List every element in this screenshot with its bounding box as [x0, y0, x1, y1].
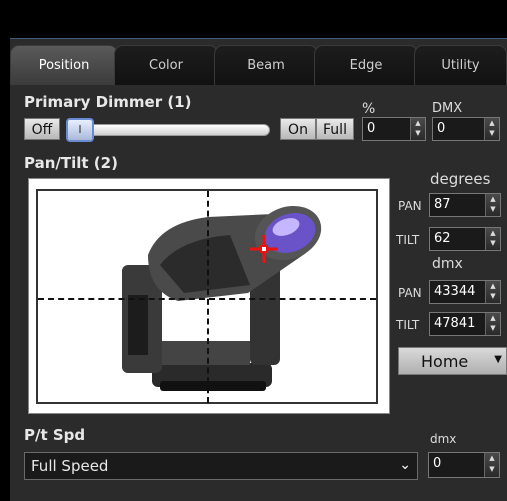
home-dropdown[interactable]: Home ▼: [398, 347, 507, 375]
speed-dmx-stepper[interactable]: 0 ▲ ▼: [428, 452, 500, 478]
dimmer-percent-value: 0: [367, 121, 376, 136]
pan-degrees-stepper[interactable]: 87 ▲ ▼: [429, 193, 501, 217]
tilt-degrees-stepper[interactable]: 62 ▲ ▼: [429, 227, 501, 251]
pan-degrees-value: 87: [434, 197, 451, 212]
dimmer-percent-arrows[interactable]: ▲ ▼: [410, 118, 425, 140]
tab-position[interactable]: Position: [10, 45, 118, 85]
tab-beam[interactable]: Beam: [214, 45, 318, 85]
pan-tilt-cursor-icon[interactable]: [248, 233, 280, 265]
fixture-control-window: Position Color Beam Edge Utility Primary…: [0, 0, 507, 501]
off-button[interactable]: Off: [24, 118, 60, 140]
moving-head-fixture-image: [122, 205, 322, 391]
dimmer-slider-handle[interactable]: I: [66, 118, 94, 142]
dmx-header: DMX: [432, 101, 463, 116]
tilt-dmx-stepper[interactable]: 47841 ▲ ▼: [429, 312, 501, 336]
tilt-degrees-label: TILT: [396, 233, 420, 247]
title-bar: [0, 0, 507, 38]
tilt-dmx-value: 47841: [434, 316, 476, 331]
on-button[interactable]: On: [280, 118, 316, 140]
pan-dmx-arrows[interactable]: ▲ ▼: [485, 281, 500, 303]
dimmer-dmx-arrows[interactable]: ▲ ▼: [484, 118, 499, 140]
chevron-down-icon: ▼: [494, 354, 502, 365]
pan-tilt-title: Pan/Tilt (2): [24, 154, 118, 172]
tilt-dmx-label: TILT: [396, 318, 420, 332]
pan-degrees-arrows[interactable]: ▲ ▼: [485, 194, 500, 216]
degrees-header: degrees: [430, 170, 491, 188]
dimmer-percent-stepper[interactable]: 0 ▲ ▼: [362, 117, 426, 141]
dimmer-dmx-stepper[interactable]: 0 ▲ ▼: [432, 117, 500, 141]
pt-speed-value: Full Speed: [31, 457, 109, 475]
percent-header: %: [362, 101, 376, 117]
pan-degrees-label: PAN: [398, 199, 422, 213]
pt-speed-select[interactable]: Full Speed ⌄: [24, 452, 418, 480]
chevron-down-icon: ⌄: [399, 457, 411, 473]
tab-edge[interactable]: Edge: [314, 45, 418, 85]
tab-utility[interactable]: Utility: [414, 45, 507, 85]
tilt-degrees-arrows[interactable]: ▲ ▼: [485, 228, 500, 250]
full-button[interactable]: Full: [316, 118, 354, 140]
primary-dimmer-title: Primary Dimmer (1): [24, 93, 192, 111]
home-dropdown-label: Home: [421, 352, 469, 371]
pt-speed-title: P/t Spd: [24, 426, 86, 444]
tab-color[interactable]: Color: [114, 45, 218, 85]
dimmer-slider-track[interactable]: [66, 124, 270, 136]
pan-dmx-value: 43344: [434, 284, 476, 299]
dmx-subheader: dmx: [432, 256, 463, 272]
dimmer-dmx-value: 0: [437, 121, 446, 136]
speed-dmx-header: dmx: [430, 432, 457, 446]
tilt-dmx-arrows[interactable]: ▲ ▼: [485, 313, 500, 335]
speed-dmx-value: 0: [433, 456, 442, 471]
tilt-degrees-value: 62: [434, 231, 451, 246]
tab-bar: Position Color Beam Edge Utility: [10, 45, 507, 85]
pan-crosshair-line: [207, 191, 209, 403]
speed-dmx-arrows[interactable]: ▲ ▼: [484, 453, 499, 477]
pan-dmx-label: PAN: [398, 286, 422, 300]
pan-dmx-stepper[interactable]: 43344 ▲ ▼: [429, 280, 501, 304]
